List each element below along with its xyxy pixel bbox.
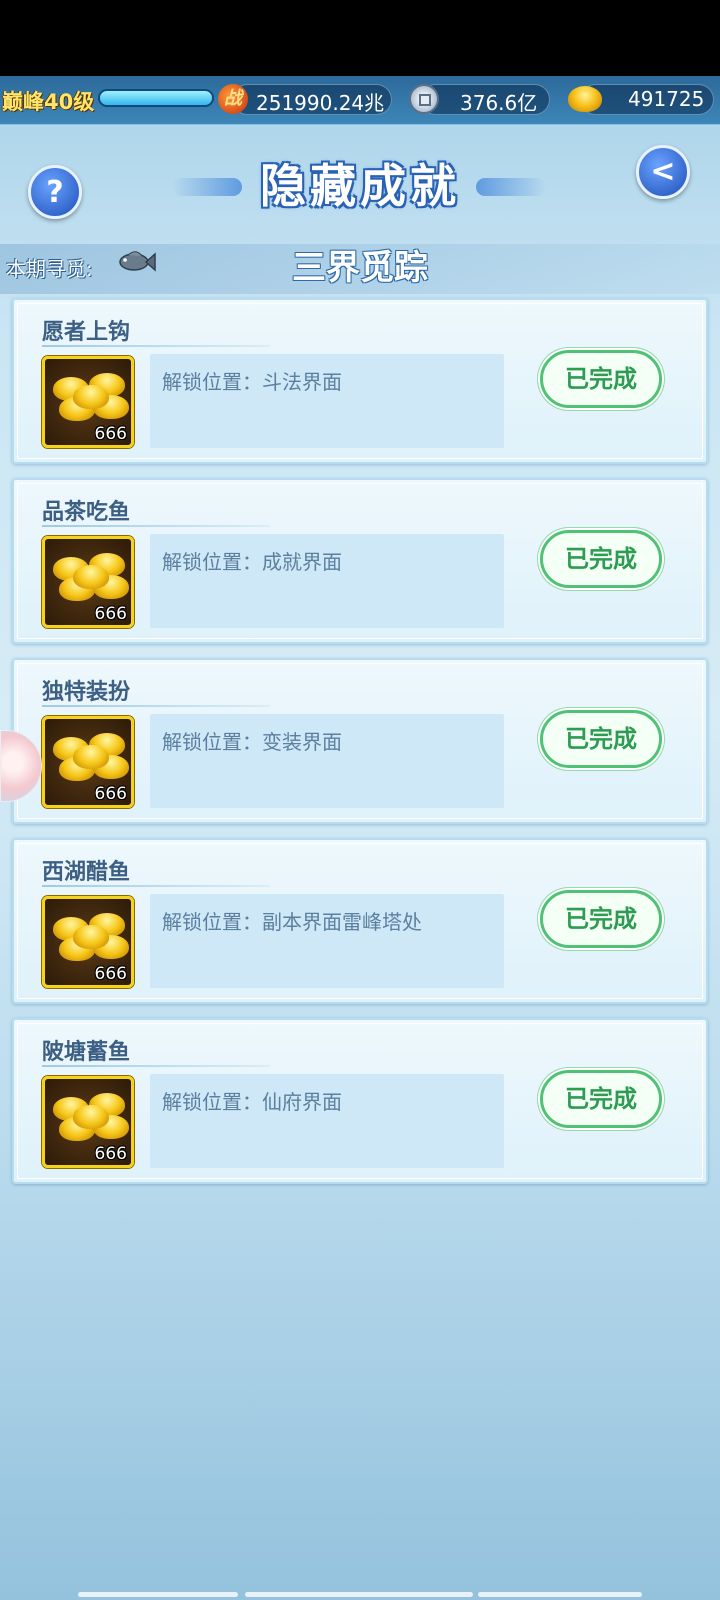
completed-label: 已完成 <box>565 545 637 573</box>
unlock-description-box: 解锁位置：斗法界面 <box>150 354 504 448</box>
experience-bar <box>98 89 214 107</box>
completed-label: 已完成 <box>565 905 637 933</box>
achievement-title: 独特装扮 <box>42 680 131 705</box>
completed-button[interactable]: 已完成 <box>540 530 662 588</box>
completed-button[interactable]: 已完成 <box>540 1070 662 1128</box>
unlock-location-text: 解锁位置：副本界面雷峰塔处 <box>162 910 422 934</box>
gold-ingot-reward-icon[interactable]: 666 <box>42 536 134 628</box>
divider <box>42 705 270 707</box>
realm-name: 三界觅踪 <box>292 248 428 288</box>
achievement-title: 品茶吃鱼 <box>42 500 131 525</box>
achievement-card: 品茶吃鱼 666 解锁位置：成就界面 已完成 <box>12 478 708 644</box>
gold-ingot-reward-icon[interactable]: 666 <box>42 896 134 988</box>
gold-ingot-reward-icon[interactable]: 666 <box>42 356 134 448</box>
unlock-location-text: 解锁位置：变装界面 <box>162 730 342 754</box>
battle-power-icon: 战 <box>218 84 248 114</box>
divider <box>42 1065 270 1067</box>
achievement-title: 陂塘蓄鱼 <box>42 1040 131 1065</box>
gold-ingot-icon <box>568 86 602 112</box>
back-button[interactable]: < <box>636 145 690 199</box>
unlock-description-box: 解锁位置：副本界面雷峰塔处 <box>150 894 504 988</box>
resource-bar: 巅峰40级 战 251990.24兆 376.6亿 491725 <box>0 76 720 125</box>
unlock-description-box: 解锁位置：成就界面 <box>150 534 504 628</box>
page-title: 隐藏成就 <box>260 159 460 213</box>
unlock-description-box: 解锁位置：变装界面 <box>150 714 504 808</box>
completed-label: 已完成 <box>565 725 637 753</box>
achievement-title: 西湖醋鱼 <box>42 860 131 885</box>
battle-power-value: 251990.24兆 <box>256 91 385 115</box>
reward-count: 666 <box>94 1144 127 1164</box>
reward-count: 666 <box>94 964 127 984</box>
unlock-location-text: 解锁位置：斗法界面 <box>162 370 342 394</box>
achievement-card: 独特装扮 666 解锁位置：变装界面 已完成 <box>12 658 708 824</box>
ingots-value: 491725 <box>628 87 705 111</box>
achievement-card: 西湖醋鱼 666 解锁位置：副本界面雷峰塔处 已完成 <box>12 838 708 1004</box>
level-label: 巅峰40级 <box>2 90 95 114</box>
completed-button[interactable]: 已完成 <box>540 890 662 948</box>
achievement-title: 愿者上钩 <box>42 320 131 345</box>
back-arrow-icon: < <box>650 154 676 189</box>
gold-ingot-reward-icon[interactable]: 666 <box>42 1076 134 1168</box>
achievement-card: 愿者上钩 666 解锁位置：斗法界面 已完成 <box>12 298 708 464</box>
completed-button[interactable]: 已完成 <box>540 710 662 768</box>
completed-label: 已完成 <box>565 1085 637 1113</box>
achievement-card: 陂塘蓄鱼 666 解锁位置：仙府界面 已完成 <box>12 1018 708 1184</box>
unlock-description-box: 解锁位置：仙府界面 <box>150 1074 504 1168</box>
gold-ingot-reward-icon[interactable]: 666 <box>42 716 134 808</box>
completed-button[interactable]: 已完成 <box>540 350 662 408</box>
coins-value: 376.6亿 <box>460 91 538 115</box>
divider <box>42 885 270 887</box>
completed-label: 已完成 <box>565 365 637 393</box>
copper-coin-icon <box>409 84 439 114</box>
reward-count: 666 <box>94 424 127 444</box>
unlock-location-text: 解锁位置：仙府界面 <box>162 1090 342 1114</box>
divider <box>42 345 270 347</box>
bottom-scroll-indicator <box>0 1588 720 1600</box>
unlock-location-text: 解锁位置：成就界面 <box>162 550 342 574</box>
status-bar <box>0 0 720 76</box>
reward-count: 666 <box>94 604 127 624</box>
reward-count: 666 <box>94 784 127 804</box>
divider <box>42 525 270 527</box>
